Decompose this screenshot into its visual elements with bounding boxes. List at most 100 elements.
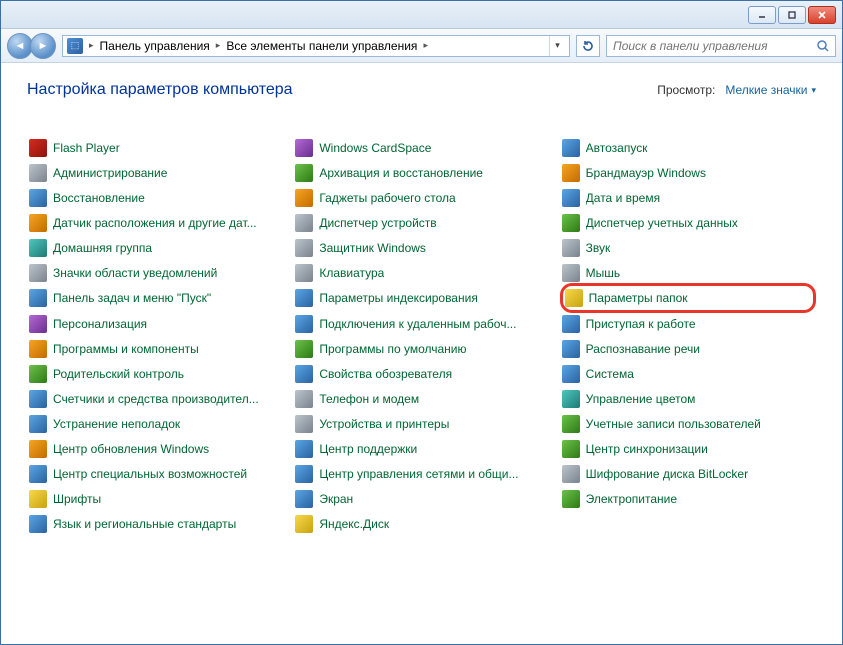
power-options-icon [562,490,580,508]
refresh-button[interactable] [576,35,600,57]
control-panel-item-label: Дата и время [586,191,660,205]
control-panel-item[interactable]: Яндекс.Диск [293,511,549,536]
control-panel-item[interactable]: Свойства обозревателя [293,361,549,386]
control-panel-item-label: Персонализация [53,317,147,331]
control-panel-item[interactable]: Архивация и восстановление [293,160,549,185]
control-panel-item[interactable]: Язык и региональные стандарты [27,511,283,536]
control-panel-item[interactable]: Центр поддержки [293,436,549,461]
control-panel-item[interactable]: Восстановление [27,185,283,210]
control-panel-item[interactable]: Родительский контроль [27,361,283,386]
control-panel-item[interactable]: Домашняя группа [27,235,283,260]
control-panel-item-label: Диспетчер устройств [319,216,436,230]
control-panel-item-label: Подключения к удаленным рабоч... [319,317,516,331]
troubleshooting-icon [29,415,47,433]
credential-manager-icon [562,214,580,232]
control-panel-item-label: Распознавание речи [586,342,700,356]
control-panel-item[interactable]: Шифрование диска BitLocker [560,461,816,486]
control-panel-item-label: Устранение неполадок [53,417,180,431]
control-panel-item-label: Яндекс.Диск [319,517,389,531]
breadcrumb-sep-icon: ▸ [216,40,221,51]
control-panel-item[interactable]: Система [560,361,816,386]
control-panel-item[interactable]: Панель задач и меню "Пуск" [27,285,283,310]
control-panel-item[interactable]: Центр управления сетями и общи... [293,461,549,486]
control-panel-item[interactable]: Параметры индексирования [293,285,549,310]
control-panel-item[interactable]: Центр специальных возможностей [27,461,283,486]
close-button[interactable] [808,6,836,24]
control-panel-item-label: Мышь [586,266,621,280]
address-dropdown-button[interactable]: ▾ [549,36,565,56]
control-panel-item[interactable]: Мышь [560,260,816,285]
address-bar[interactable]: ⬚ ▸ Панель управления ▸ Все элементы пан… [62,35,570,57]
control-panel-item[interactable]: Подключения к удаленным рабоч... [293,311,549,336]
control-panel-item[interactable]: Учетные записи пользователей [560,411,816,436]
control-panel-item[interactable]: Flash Player [27,135,283,160]
region-language-icon [29,515,47,533]
phone-modem-icon [295,390,313,408]
control-panel-item[interactable]: Электропитание [560,486,816,511]
control-panel-item[interactable]: Диспетчер учетных данных [560,210,816,235]
system-icon [562,365,580,383]
control-panel-item[interactable]: Звук [560,235,816,260]
control-panel-item[interactable]: Диспетчер устройств [293,210,549,235]
control-panel-item-label: Центр специальных возможностей [53,467,247,481]
control-panel-item-label: Электропитание [586,492,677,506]
window-titlebar [1,1,842,29]
control-panel-item[interactable]: Брандмауэр Windows [560,160,816,185]
control-panel-item-label: Защитник Windows [319,241,426,255]
control-panel-item[interactable]: Приступая к работе [560,311,816,336]
minimize-button[interactable] [748,6,776,24]
control-panel-item[interactable]: Персонализация [27,311,283,336]
control-panel-item[interactable]: Счетчики и средства производител... [27,386,283,411]
control-panel-item[interactable]: Шрифты [27,486,283,511]
control-panel-item-label: Родительский контроль [53,367,184,381]
control-panel-item[interactable]: Телефон и модем [293,386,549,411]
control-panel-item[interactable]: Гаджеты рабочего стола [293,185,549,210]
admin-tools-icon [29,164,47,182]
windows-update-icon [29,440,47,458]
control-panel-item-label: Центр синхронизации [586,442,708,456]
default-programs-icon [295,340,313,358]
control-panel-item[interactable]: Автозапуск [560,135,816,160]
control-panel-item[interactable]: Распознавание речи [560,336,816,361]
control-panel-item[interactable]: Устранение неполадок [27,411,283,436]
control-panel-item-label: Клавиатура [319,266,384,280]
control-panel-item[interactable]: Программы и компоненты [27,336,283,361]
control-panel-item-label: Flash Player [53,141,120,155]
control-panel-item[interactable]: Администрирование [27,160,283,185]
control-panel-item[interactable]: Дата и время [560,185,816,210]
search-box[interactable] [606,35,836,57]
control-panel-item-label: Язык и региональные стандарты [53,517,236,531]
control-panel-item[interactable]: Параметры папок [560,283,816,313]
control-panel-item[interactable]: Центр синхронизации [560,436,816,461]
breadcrumb-current[interactable]: Все элементы панели управления [226,39,417,53]
page-title: Настройка параметров компьютера [27,81,293,99]
control-panel-item[interactable]: Клавиатура [293,260,549,285]
cardspace-icon [295,139,313,157]
control-panel-item-label: Экран [319,492,353,506]
control-panel-item[interactable]: Устройства и принтеры [293,411,549,436]
maximize-button[interactable] [778,6,806,24]
control-panel-item-label: Windows CardSpace [319,141,431,155]
control-panel-item[interactable]: Защитник Windows [293,235,549,260]
folder-options-icon [565,289,583,307]
control-panel-item[interactable]: Управление цветом [560,386,816,411]
control-panel-item[interactable]: Центр обновления Windows [27,436,283,461]
homegroup-icon [29,239,47,257]
control-panel-item-label: Панель задач и меню "Пуск" [53,291,211,305]
date-time-icon [562,189,580,207]
network-center-icon [295,465,313,483]
breadcrumb-root[interactable]: Панель управления [100,39,210,53]
control-panel-item[interactable]: Значки области уведомлений [27,260,283,285]
nav-forward-button[interactable]: ► [30,33,56,59]
search-icon[interactable] [815,38,831,54]
parental-controls-icon [29,365,47,383]
control-panel-item[interactable]: Экран [293,486,549,511]
control-panel-item[interactable]: Датчик расположения и другие дат... [27,210,283,235]
control-panel-item[interactable]: Windows CardSpace [293,135,549,160]
personalization-icon [29,315,47,333]
view-mode-dropdown[interactable]: Мелкие значки [725,83,816,97]
control-panel-item-label: Программы и компоненты [53,342,199,356]
control-panel-item-label: Параметры индексирования [319,291,477,305]
control-panel-item[interactable]: Программы по умолчанию [293,336,549,361]
search-input[interactable] [611,38,815,54]
